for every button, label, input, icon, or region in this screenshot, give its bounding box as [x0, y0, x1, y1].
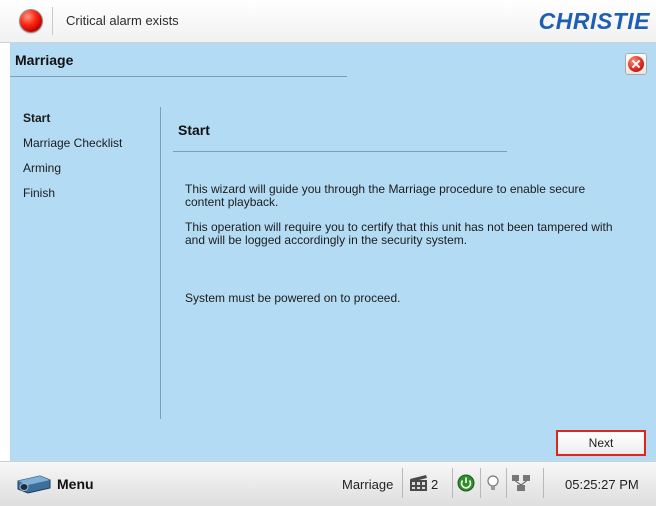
divider — [52, 7, 53, 35]
power-requirement-paragraph: System must be powered on to proceed. — [185, 291, 401, 305]
close-icon — [628, 56, 644, 72]
lamp-icon[interactable] — [483, 474, 503, 492]
divider — [543, 468, 544, 498]
projector-menu-icon — [17, 475, 51, 494]
menu-button[interactable]: Menu — [16, 470, 116, 498]
status-bar: Menu Marriage 2 05:25:27 PM — [0, 461, 656, 506]
next-button[interactable]: Next — [556, 430, 646, 456]
film-channel-icon[interactable] — [409, 474, 429, 492]
page-title: Marriage — [15, 52, 74, 68]
divider — [506, 468, 507, 498]
wizard-step-list: Start Marriage Checklist Arming Finish — [23, 111, 122, 211]
divider — [402, 468, 403, 498]
step-finish[interactable]: Finish — [23, 186, 122, 211]
close-button[interactable] — [625, 53, 647, 75]
current-mode-label: Marriage — [342, 477, 394, 492]
title-divider — [10, 76, 347, 77]
network-icon[interactable] — [511, 474, 531, 492]
alarm-indicator-icon[interactable] — [20, 10, 42, 32]
divider — [480, 468, 481, 498]
alarm-status-text[interactable]: Critical alarm exists — [66, 13, 179, 28]
clock: 05:25:27 PM — [565, 477, 639, 492]
content-title: Start — [178, 122, 210, 138]
divider — [452, 468, 453, 498]
step-arming[interactable]: Arming — [23, 161, 122, 186]
brand-logo: CHRISTIE — [538, 8, 650, 34]
vertical-divider — [160, 107, 161, 419]
menu-label: Menu — [57, 476, 94, 492]
step-marriage-checklist[interactable]: Marriage Checklist — [23, 136, 122, 161]
certify-paragraph: This operation will require you to certi… — [185, 220, 613, 247]
power-status-icon[interactable] — [456, 474, 476, 492]
content-divider — [173, 151, 507, 152]
intro-paragraph: This wizard will guide you through the M… — [185, 182, 586, 209]
marriage-panel: Marriage Start Marriage Checklist Arming… — [10, 43, 656, 461]
alarm-bar: Critical alarm exists CHRISTIE — [0, 0, 656, 43]
step-start[interactable]: Start — [23, 111, 122, 136]
channel-number: 2 — [431, 477, 439, 492]
